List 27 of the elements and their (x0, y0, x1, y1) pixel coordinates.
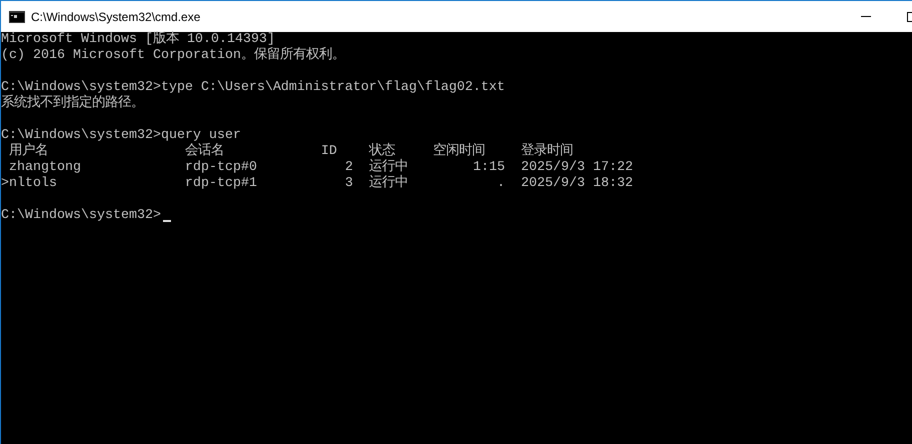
column-header: 空闲时间 (433, 144, 486, 160)
table-cell-text: 运行中 (369, 160, 409, 175)
table-cell-text: rdp-tcp#1 (185, 176, 258, 192)
table-cell-text: 2025/9/3 17:22 (521, 160, 634, 176)
console-line: C:\Windows\system32>type C:\Users\Administrator\flag\flag02.txt (1, 80, 505, 95)
table-cell-text: rdp-tcp#0 (185, 160, 258, 176)
table-cell-text: 1:15 (472, 160, 505, 176)
table-cell-text: 2025/9/3 18:32 (521, 176, 634, 192)
console-prompt: C:\Windows\system32> (1, 208, 161, 224)
table-cell-text: >nltols (1, 176, 58, 192)
table-cell-text: . (496, 176, 505, 192)
column-header: ID (321, 144, 338, 160)
table-cell-text: 2 (344, 160, 353, 176)
table-cell-text: 3 (344, 176, 353, 192)
console-line: C:\Windows\system32>query user (1, 128, 241, 143)
table-cell-text: 运行中 (369, 176, 409, 192)
console-line: Microsoft Windows [版本 10.0.14393] (1, 32, 275, 47)
console-icon (9, 10, 25, 22)
column-header: 会话名 (185, 144, 225, 160)
window-title: C:\Windows\System32\cmd.exe (31, 8, 200, 26)
column-header: 登录时间 (521, 144, 574, 160)
console-line: (c) 2016 Microsoft Corporation。保留所有权利。 (1, 48, 345, 64)
console-line: 系统找不到指定的路径。 (1, 96, 144, 112)
text-cursor (162, 220, 171, 222)
column-header: 状态 (369, 144, 395, 159)
column-header: 用户名 (8, 144, 49, 160)
table-cell-text: zhangtong (8, 160, 82, 176)
